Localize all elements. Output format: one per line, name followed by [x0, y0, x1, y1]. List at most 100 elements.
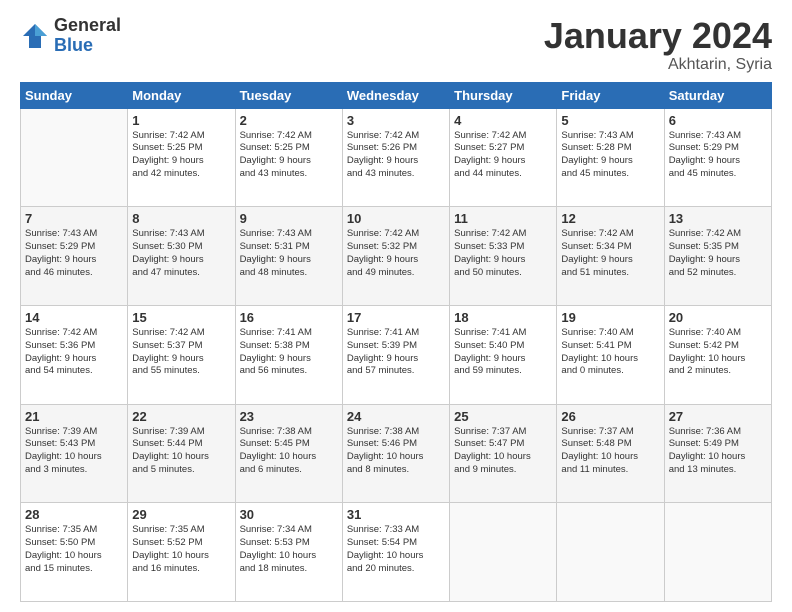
day-number: 11: [454, 211, 552, 226]
day-info: Sunrise: 7:37 AMSunset: 5:47 PMDaylight:…: [454, 426, 552, 477]
day-number: 20: [669, 310, 767, 325]
day-number: 21: [25, 409, 123, 424]
calendar-cell: 4 Sunrise: 7:42 AMSunset: 5:27 PMDaylight…: [450, 108, 557, 207]
day-info: Sunrise: 7:35 AMSunset: 5:52 PMDaylight:…: [132, 524, 230, 575]
page: General Blue January 2024 Akhtarin, Syri…: [0, 0, 792, 612]
calendar-table: SundayMondayTuesdayWednesdayThursdayFrid…: [20, 82, 772, 602]
calendar-cell: 5Sunrise: 7:43 AMSunset: 5:28 PMDaylight…: [557, 108, 664, 207]
day-number: 9: [240, 211, 338, 226]
day-info: Sunrise: 7:42 AMSunset: 5:25 PMDaylight:…: [132, 130, 230, 181]
day-info: Sunrise: 7:43 AMSunset: 5:30 PMDaylight:…: [132, 228, 230, 279]
day-number: 18: [454, 310, 552, 325]
calendar-cell: 2 Sunrise: 7:42 AMSunset: 5:25 PMDaylight…: [235, 108, 342, 207]
day-number: 28: [25, 507, 123, 522]
calendar-cell: 6Sunrise: 7:43 AMSunset: 5:29 PMDaylight…: [664, 108, 771, 207]
calendar-header-monday: Monday: [128, 82, 235, 108]
day-info: Sunrise: 7:41 AMSunset: 5:38 PMDaylight:…: [240, 327, 338, 378]
calendar-cell: 31Sunrise: 7:33 AMSunset: 5:54 PMDayligh…: [342, 503, 449, 602]
calendar-cell: [664, 503, 771, 602]
day-info: Sunrise: 7:42 AMSunset: 5:37 PMDaylight:…: [132, 327, 230, 378]
calendar-cell: 30 Sunrise: 7:34 AMSunset: 5:53 PMDayligh…: [235, 503, 342, 602]
day-info: Sunrise: 7:35 AMSunset: 5:50 PMDaylight:…: [25, 524, 123, 575]
day-info: Sunrise: 7:36 AMSunset: 5:49 PMDaylight:…: [669, 426, 767, 477]
logo-blue: Blue: [54, 36, 121, 56]
calendar-cell: 17 Sunrise: 7:41 AMSunset: 5:39 PMDayligh…: [342, 305, 449, 404]
day-number: 19: [561, 310, 659, 325]
logo-general: General: [54, 16, 121, 36]
day-info: Sunrise: 7:40 AMSunset: 5:42 PMDaylight:…: [669, 327, 767, 378]
day-number: 13: [669, 211, 767, 226]
day-number: 17: [347, 310, 445, 325]
calendar-cell: [450, 503, 557, 602]
day-info: Sunrise: 7:42 AMSunset: 5:27 PMDaylight:…: [454, 130, 552, 181]
day-info: Sunrise: 7:40 AMSunset: 5:41 PMDaylight:…: [561, 327, 659, 378]
calendar-week-row: 21 Sunrise: 7:39 AMSunset: 5:43 PMDayligh…: [21, 404, 772, 503]
day-number: 4: [454, 113, 552, 128]
calendar-cell: 21 Sunrise: 7:39 AMSunset: 5:43 PMDayligh…: [21, 404, 128, 503]
day-number: 26: [561, 409, 659, 424]
calendar-cell: 18 Sunrise: 7:41 AMSunset: 5:40 PMDayligh…: [450, 305, 557, 404]
calendar-week-row: 1Sunrise: 7:42 AMSunset: 5:25 PMDaylight…: [21, 108, 772, 207]
day-number: 27: [669, 409, 767, 424]
day-number: 31: [347, 507, 445, 522]
calendar-week-row: 7Sunrise: 7:43 AMSunset: 5:29 PMDaylight…: [21, 207, 772, 306]
logo-icon: [20, 21, 50, 51]
day-number: 29: [132, 507, 230, 522]
calendar-week-row: 14 Sunrise: 7:42 AMSunset: 5:36 PMDayligh…: [21, 305, 772, 404]
logo-text: General Blue: [54, 16, 121, 56]
calendar-cell: 26 Sunrise: 7:37 AMSunset: 5:48 PMDayligh…: [557, 404, 664, 503]
day-number: 24: [347, 409, 445, 424]
day-number: 14: [25, 310, 123, 325]
calendar-header-wednesday: Wednesday: [342, 82, 449, 108]
day-info: Sunrise: 7:42 AMSunset: 5:26 PMDaylight:…: [347, 130, 445, 181]
calendar-header-friday: Friday: [557, 82, 664, 108]
day-info: Sunrise: 7:42 AMSunset: 5:33 PMDaylight:…: [454, 228, 552, 279]
title-block: January 2024 Akhtarin, Syria: [544, 16, 772, 74]
day-info: Sunrise: 7:42 AMSunset: 5:32 PMDaylight:…: [347, 228, 445, 279]
day-number: 25: [454, 409, 552, 424]
day-info: Sunrise: 7:43 AMSunset: 5:28 PMDaylight:…: [561, 130, 659, 181]
calendar-header-sunday: Sunday: [21, 82, 128, 108]
calendar-cell: 23 Sunrise: 7:38 AMSunset: 5:45 PMDayligh…: [235, 404, 342, 503]
day-number: 12: [561, 211, 659, 226]
calendar-cell: 22 Sunrise: 7:39 AMSunset: 5:44 PMDayligh…: [128, 404, 235, 503]
calendar-cell: 11 Sunrise: 7:42 AMSunset: 5:33 PMDayligh…: [450, 207, 557, 306]
calendar-cell: [21, 108, 128, 207]
title-month: January 2024: [544, 16, 772, 56]
calendar-cell: 13Sunrise: 7:42 AMSunset: 5:35 PMDayligh…: [664, 207, 771, 306]
calendar-cell: [557, 503, 664, 602]
day-number: 8: [132, 211, 230, 226]
calendar-cell: 24Sunrise: 7:38 AMSunset: 5:46 PMDayligh…: [342, 404, 449, 503]
day-number: 23: [240, 409, 338, 424]
logo: General Blue: [20, 16, 121, 56]
calendar-cell: 7Sunrise: 7:43 AMSunset: 5:29 PMDaylight…: [21, 207, 128, 306]
day-info: Sunrise: 7:37 AMSunset: 5:48 PMDaylight:…: [561, 426, 659, 477]
day-number: 22: [132, 409, 230, 424]
day-info: Sunrise: 7:42 AMSunset: 5:36 PMDaylight:…: [25, 327, 123, 378]
calendar-cell: 1Sunrise: 7:42 AMSunset: 5:25 PMDaylight…: [128, 108, 235, 207]
calendar-cell: 10Sunrise: 7:42 AMSunset: 5:32 PMDayligh…: [342, 207, 449, 306]
calendar-header-thursday: Thursday: [450, 82, 557, 108]
day-info: Sunrise: 7:38 AMSunset: 5:45 PMDaylight:…: [240, 426, 338, 477]
calendar-cell: 3Sunrise: 7:42 AMSunset: 5:26 PMDaylight…: [342, 108, 449, 207]
calendar-cell: 12 Sunrise: 7:42 AMSunset: 5:34 PMDayligh…: [557, 207, 664, 306]
day-info: Sunrise: 7:43 AMSunset: 5:29 PMDaylight:…: [25, 228, 123, 279]
calendar-cell: 15Sunrise: 7:42 AMSunset: 5:37 PMDayligh…: [128, 305, 235, 404]
day-info: Sunrise: 7:34 AMSunset: 5:53 PMDaylight:…: [240, 524, 338, 575]
day-info: Sunrise: 7:39 AMSunset: 5:44 PMDaylight:…: [132, 426, 230, 477]
day-info: Sunrise: 7:39 AMSunset: 5:43 PMDaylight:…: [25, 426, 123, 477]
calendar-cell: 25 Sunrise: 7:37 AMSunset: 5:47 PMDayligh…: [450, 404, 557, 503]
calendar-header-tuesday: Tuesday: [235, 82, 342, 108]
day-info: Sunrise: 7:42 AMSunset: 5:34 PMDaylight:…: [561, 228, 659, 279]
title-location: Akhtarin, Syria: [544, 56, 772, 74]
day-number: 2: [240, 113, 338, 128]
calendar-cell: 8 Sunrise: 7:43 AMSunset: 5:30 PMDaylight…: [128, 207, 235, 306]
day-info: Sunrise: 7:41 AMSunset: 5:39 PMDaylight:…: [347, 327, 445, 378]
day-number: 30: [240, 507, 338, 522]
calendar-cell: 16Sunrise: 7:41 AMSunset: 5:38 PMDayligh…: [235, 305, 342, 404]
day-info: Sunrise: 7:41 AMSunset: 5:40 PMDaylight:…: [454, 327, 552, 378]
calendar-header-row: SundayMondayTuesdayWednesdayThursdayFrid…: [21, 82, 772, 108]
calendar-cell: 19 Sunrise: 7:40 AMSunset: 5:41 PMDayligh…: [557, 305, 664, 404]
day-info: Sunrise: 7:42 AMSunset: 5:25 PMDaylight:…: [240, 130, 338, 181]
calendar-header-saturday: Saturday: [664, 82, 771, 108]
